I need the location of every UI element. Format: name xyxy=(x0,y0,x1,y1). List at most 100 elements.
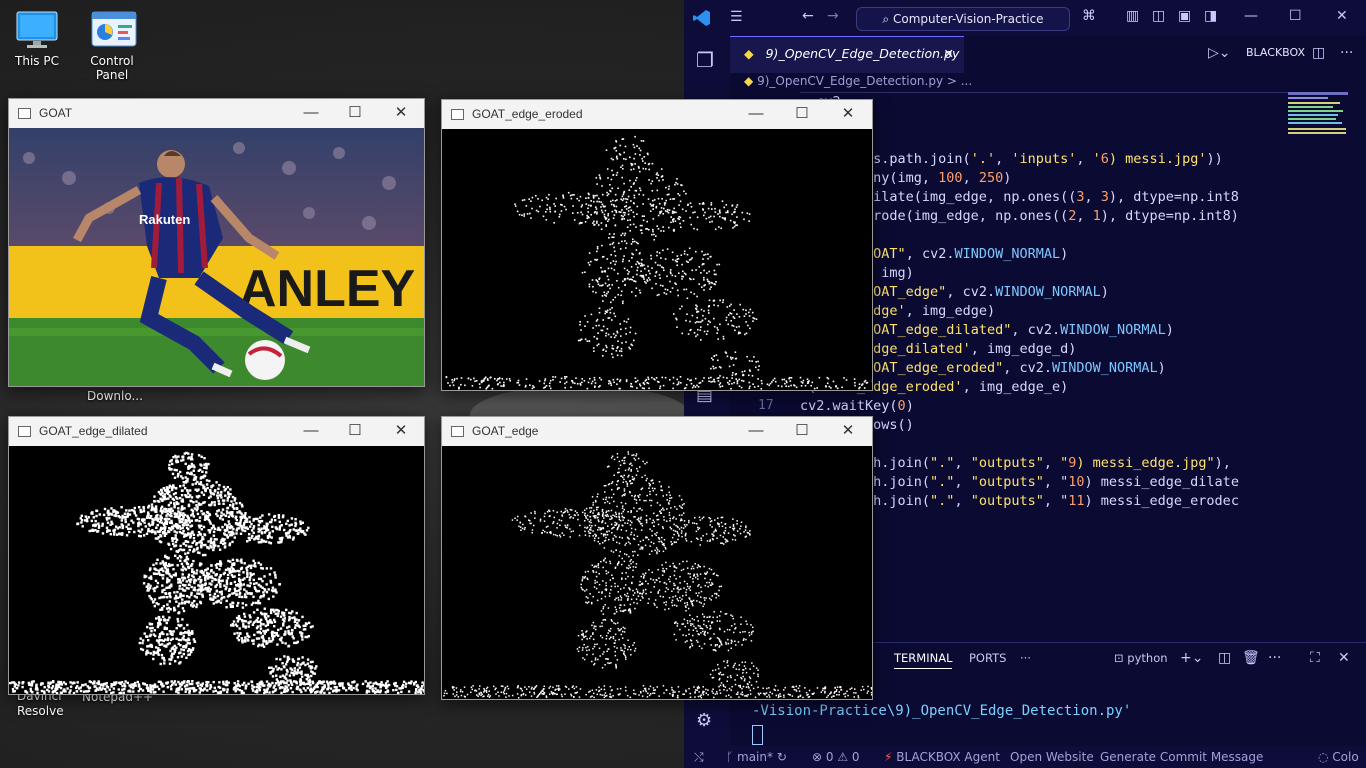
commit-message-status[interactable]: Generate Commit Message xyxy=(1100,750,1263,764)
minimize-button[interactable]: — xyxy=(736,104,776,124)
color-icon: ◌ xyxy=(1318,750,1333,764)
menu-icon[interactable]: ☰ xyxy=(730,9,743,25)
tab-terminal[interactable]: TERMINAL xyxy=(894,651,953,669)
status-bar: ⤭ ᚴ main* ↻ ⊗ 0 ⚠ 0 ⚡ BLACKBOX Agent Ope… xyxy=(684,746,1366,768)
minimize-button[interactable]: — xyxy=(291,103,331,123)
bolt-icon: ⚡ xyxy=(884,750,897,764)
desktop-label-downloads[interactable]: Downlo... xyxy=(87,389,143,403)
minimap[interactable] xyxy=(1288,92,1348,142)
maximize-button[interactable]: ☐ xyxy=(335,421,375,441)
trash-icon[interactable]: 🗑 xyxy=(1242,650,1260,666)
tab-close-icon[interactable]: ✕ xyxy=(944,37,954,71)
explorer-icon[interactable]: ❐ xyxy=(696,48,714,72)
close-button[interactable]: ✕ xyxy=(828,421,868,441)
branch-label: main* xyxy=(737,750,773,764)
color-status[interactable]: ◌ Colo xyxy=(1318,750,1359,764)
maximize-button[interactable]: ☐ xyxy=(1289,8,1302,24)
window-title: GOAT_edge_dilated xyxy=(39,424,148,438)
tab-edge-detection[interactable]: ◆ 9)_OpenCV_Edge_Detection.py ✕ xyxy=(730,36,964,73)
window-titlebar[interactable]: GOAT_edge_eroded — ☐ ✕ xyxy=(442,100,872,129)
desktop-label-resolve[interactable]: Resolve xyxy=(17,704,64,718)
goat-image: ANLEY Rakuten xyxy=(9,128,424,386)
close-button[interactable]: ✕ xyxy=(828,104,868,124)
sync-icon: ↻ xyxy=(776,750,787,764)
window-title: GOAT_edge xyxy=(472,424,539,438)
toggle-sidebar-icon[interactable]: ◫ xyxy=(1152,8,1165,24)
terminal-shell-selector[interactable]: ⊡ python xyxy=(1114,651,1168,665)
window-titlebar[interactable]: GOAT_edge — ☐ ✕ xyxy=(442,417,872,446)
code-line: cv2.waitKey(0) xyxy=(800,398,914,414)
close-panel-icon[interactable]: ✕ xyxy=(1338,650,1350,666)
messi-photo: ANLEY Rakuten xyxy=(9,128,424,386)
problems-status[interactable]: ⊗ 0 ⚠ 0 xyxy=(812,750,860,764)
control-panel-icon xyxy=(90,10,137,50)
color-label: Colo xyxy=(1332,750,1359,764)
window-goat-edge-eroded[interactable]: GOAT_edge_eroded — ☐ ✕ xyxy=(441,99,873,391)
toggle-panel-icon[interactable]: ▣ xyxy=(1178,8,1191,24)
maximize-button[interactable]: ☐ xyxy=(335,103,375,123)
back-arrow-icon[interactable]: ← xyxy=(802,8,814,24)
blackbox-agent-status[interactable]: ⚡ BLACKBOX Agent xyxy=(884,750,1000,764)
window-app-icon xyxy=(18,426,31,437)
maximize-panel-icon[interactable]: ⛶ xyxy=(1310,650,1320,666)
more-actions-icon[interactable]: ··· xyxy=(1340,45,1353,61)
tab-ports[interactable]: PORTS xyxy=(969,651,1006,665)
minimize-button[interactable]: — xyxy=(736,421,776,441)
window-title: GOAT_edge_eroded xyxy=(472,107,583,121)
open-website-status[interactable]: Open Website xyxy=(1010,750,1094,764)
eroded-edge-image xyxy=(442,129,872,390)
search-text: Computer-Vision-Practice xyxy=(892,12,1044,26)
search-icon: ⌕ xyxy=(882,12,893,26)
forward-arrow-icon[interactable]: → xyxy=(827,8,839,24)
shirt-text: Rakuten xyxy=(139,212,190,227)
blackbox-label[interactable]: BLACKBOX xyxy=(1246,46,1305,59)
window-app-icon xyxy=(18,108,31,119)
split-terminal-icon[interactable]: ◫ xyxy=(1218,650,1231,666)
desktop-icon-this-pc[interactable]: This PC xyxy=(0,10,74,68)
banner-text: ANLEY xyxy=(239,260,415,318)
window-title: GOAT xyxy=(39,106,73,120)
desktop-icon-label: Panel xyxy=(95,68,129,82)
terminal-icon: ⊡ xyxy=(1114,651,1128,665)
settings-gear-icon[interactable]: ⚙ xyxy=(696,710,712,731)
blackbox-agent-label: BLACKBOX Agent xyxy=(896,750,1000,764)
window-goat[interactable]: GOAT — ☐ ✕ ANLEY Rakuten xyxy=(8,98,425,387)
close-button[interactable]: ✕ xyxy=(1336,8,1348,24)
terminal-shell-label: python xyxy=(1127,651,1168,665)
window-goat-edge-dilated[interactable]: GOAT_edge_dilated — ☐ ✕ xyxy=(8,416,425,695)
terminal-output[interactable]: -Vision-Practice\9)_OpenCV_Edge_Detectio… xyxy=(752,703,1131,719)
window-goat-edge[interactable]: GOAT_edge — ☐ ✕ xyxy=(441,416,873,700)
branch-status[interactable]: ᚴ main* ↻ xyxy=(726,750,787,764)
python-file-icon: ◆ xyxy=(744,46,754,61)
remote-icon[interactable]: ⤭ xyxy=(694,750,704,765)
vscode-logo-icon xyxy=(693,10,710,26)
command-search[interactable]: ⌕ Computer-Vision-Practice xyxy=(856,7,1070,31)
minimize-button[interactable]: — xyxy=(291,421,331,441)
desktop-icon-label: Control xyxy=(90,54,134,68)
vscode-titlebar: ☰ ← → ⌕ Computer-Vision-Practice ⌘ ▥ ◫ ▣… xyxy=(684,0,1366,36)
editor-tabs: ◆ 9)_OpenCV_Edge_Detection.py ✕ ▷⌄ BLACK… xyxy=(730,36,1366,73)
panel-more-icon[interactable]: ··· xyxy=(1020,651,1031,665)
minimize-button[interactable]: — xyxy=(1244,8,1258,24)
new-terminal-icon[interactable]: +⌄ xyxy=(1180,650,1203,666)
window-app-icon xyxy=(451,109,464,120)
maximize-button[interactable]: ☐ xyxy=(782,104,822,124)
window-titlebar[interactable]: GOAT — ☐ ✕ xyxy=(9,99,424,128)
monitor-icon xyxy=(15,10,59,50)
line-number: 17 xyxy=(758,398,774,413)
maximize-button[interactable]: ☐ xyxy=(782,421,822,441)
copilot-icon[interactable]: ⌘ xyxy=(1082,8,1096,24)
dilated-edges xyxy=(9,451,424,694)
breadcrumb[interactable]: ◆ 9)_OpenCV_Edge_Detection.py > ... xyxy=(744,74,972,88)
close-button[interactable]: ✕ xyxy=(381,103,421,123)
toggle-secondary-icon[interactable]: ◨ xyxy=(1204,8,1217,24)
desktop-icon-control-panel[interactable]: Control Panel xyxy=(72,10,152,82)
window-titlebar[interactable]: GOAT_edge_dilated — ☐ ✕ xyxy=(9,417,424,446)
close-button[interactable]: ✕ xyxy=(381,421,421,441)
breadcrumb-text: 9)_OpenCV_Edge_Detection.py > ... xyxy=(757,74,973,88)
run-icon[interactable]: ▷⌄ xyxy=(1208,45,1231,61)
panel-more-icon[interactable]: ··· xyxy=(1268,650,1281,666)
layout-icon[interactable]: ▥ xyxy=(1126,8,1139,24)
tab-label: 9)_OpenCV_Edge_Detection.py xyxy=(765,46,960,61)
split-editor-icon[interactable]: ◫ xyxy=(1312,45,1325,61)
